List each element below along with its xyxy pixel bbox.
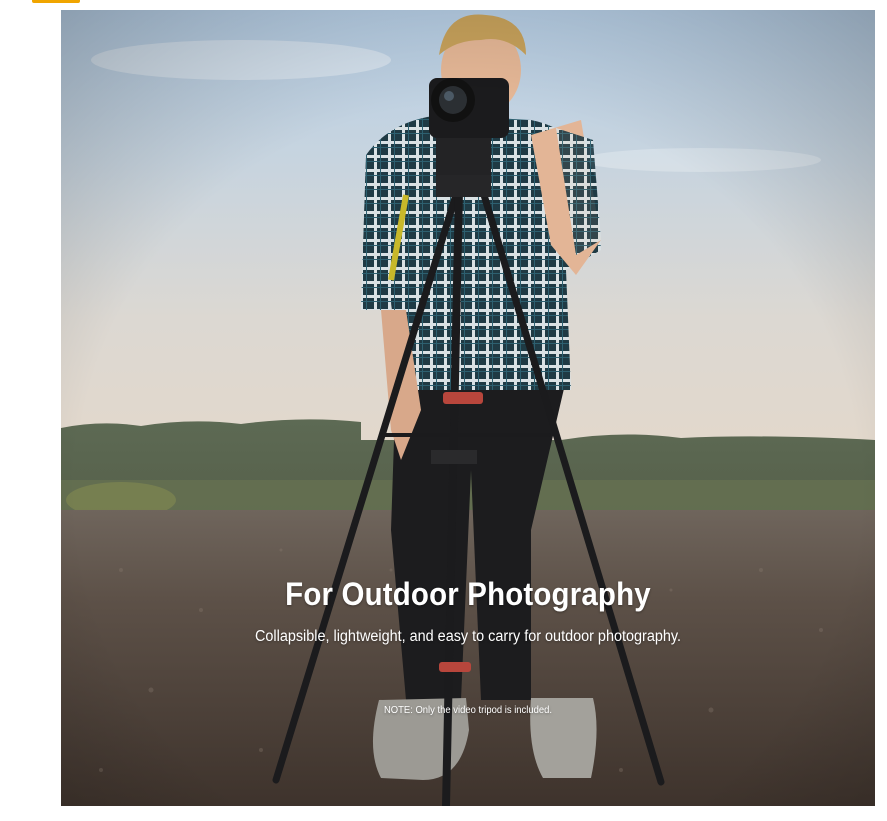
hero-note: NOTE: Only the video tripod is included.	[383, 704, 553, 716]
top-accent-bar	[32, 0, 80, 3]
hero-title: For Outdoor Photography	[285, 576, 651, 612]
hero-banner: For Outdoor Photography Collapsible, lig…	[61, 10, 875, 806]
hero-subtitle: Collapsible, lightweight, and easy to ca…	[254, 628, 682, 645]
hero-photo	[61, 10, 875, 806]
